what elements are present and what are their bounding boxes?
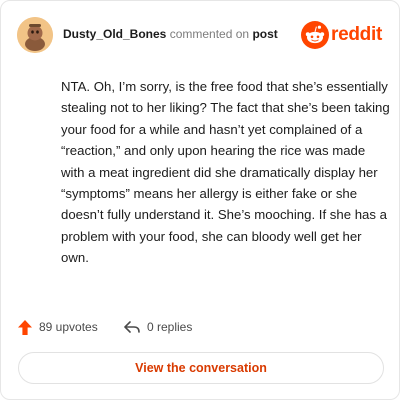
- view-conversation-button[interactable]: View the conversation: [18, 352, 384, 384]
- reddit-wordmark: reddit: [331, 24, 382, 45]
- reddit-snoo-icon: [301, 21, 329, 49]
- reply-count: 0 replies: [147, 320, 193, 334]
- reply-arrow-icon: [124, 321, 140, 333]
- action-text: commented on: [169, 27, 250, 41]
- user-avatar[interactable]: [17, 17, 53, 53]
- upvote-button[interactable]: 89 upvotes: [17, 317, 98, 337]
- comment-card: Dusty_Old_Bones commented on post reddit…: [0, 0, 400, 400]
- comment-body: NTA. Oh, I’m sorry, is the free food tha…: [61, 79, 390, 266]
- reddit-logo[interactable]: reddit: [301, 21, 385, 49]
- reply-button[interactable]: 0 replies: [123, 317, 192, 337]
- comment-header: Dusty_Old_Bones commented on post reddit: [17, 17, 385, 53]
- upvote-arrow-icon: [18, 319, 32, 335]
- comment-actions: 89 upvotes 0 replies: [17, 317, 387, 337]
- post-link[interactable]: post: [252, 27, 277, 41]
- avatar-illustration-icon: [17, 17, 53, 53]
- comment-meta: Dusty_Old_Bones commented on post: [63, 27, 278, 41]
- upvote-count: 89 upvotes: [39, 320, 98, 334]
- username-link[interactable]: Dusty_Old_Bones: [63, 27, 166, 41]
